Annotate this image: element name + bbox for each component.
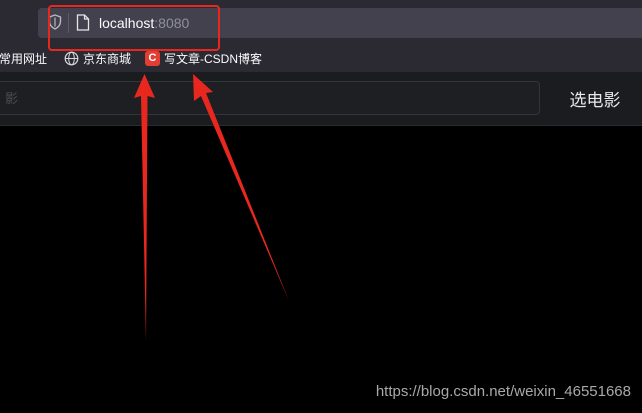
bookmark-jd[interactable]: 京东商城 xyxy=(64,50,131,66)
watermark: https://blog.csdn.net/weixin_46551668 xyxy=(375,383,631,400)
bookmark-label: 常用网址 xyxy=(0,51,48,66)
bookmark-common-sites[interactable]: 常用网址 xyxy=(0,50,47,66)
main-content xyxy=(0,126,642,413)
select-movie-button[interactable]: 选电影 xyxy=(548,81,642,115)
csdn-icon: C xyxy=(145,50,160,66)
globe-icon xyxy=(64,51,79,65)
annotation-highlight-box xyxy=(48,5,220,51)
page-header: 选电影 xyxy=(0,73,642,126)
bookmark-label: 京东商城 xyxy=(83,51,132,66)
page: localhost:8080 常用网址 京东商城 C 写文章-CSDN博客 选电… xyxy=(0,0,642,413)
bookmark-label: 写文章-CSDN博客 xyxy=(164,51,262,66)
search-input[interactable] xyxy=(0,81,540,115)
bookmark-csdn[interactable]: C 写文章-CSDN博客 xyxy=(145,50,262,66)
